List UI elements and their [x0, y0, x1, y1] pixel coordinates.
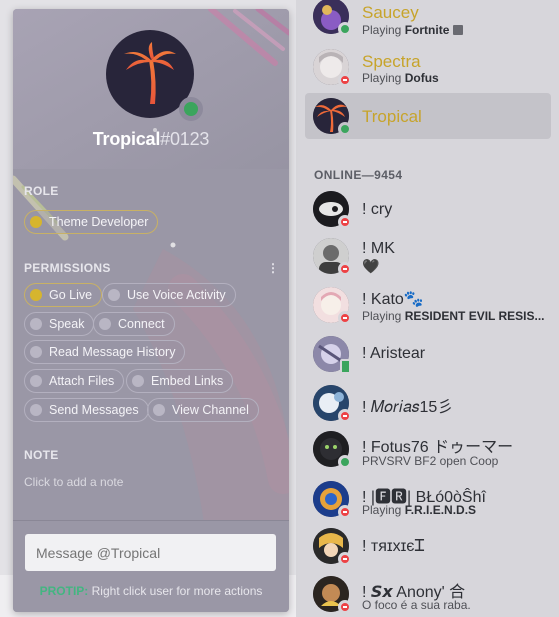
- member-activity: Playing Dofus: [362, 71, 439, 85]
- permission-pill-embed-links[interactable]: Embed Links: [126, 369, 234, 393]
- member-list: Saucey Playing Fortnite Spectra Playing …: [296, 0, 559, 617]
- permission-dot: [108, 289, 120, 301]
- member-name: ! ᴛяɪxɪєᏆ: [362, 538, 425, 555]
- member-name: ! Aristear: [362, 345, 426, 362]
- note-header: NOTE: [24, 448, 59, 462]
- permission-pill-go-live[interactable]: Go Live: [24, 283, 103, 307]
- protip: PROTIP: Right click user for more action…: [13, 584, 289, 598]
- role-label: Theme Developer: [49, 215, 149, 229]
- member-row-sx-anony[interactable]: ! 𝙎𝙭 Anony' 合 O foco é a sua raba.: [305, 572, 551, 617]
- permission-label: Read Message History: [49, 345, 176, 359]
- member-row-kato[interactable]: ! Kato🐾 Playing RESIDENT EVIL RESIS...: [305, 283, 551, 329]
- permission-label: Speak: [49, 317, 85, 331]
- permission-label: Embed Links: [151, 374, 224, 388]
- permission-pill-attach-files[interactable]: Attach Files: [24, 369, 125, 393]
- footer-divider: [13, 520, 289, 521]
- role-header: ROLE: [24, 184, 59, 198]
- profile-header: Tropical#0123: [13, 9, 289, 169]
- rich-presence-icon[interactable]: [453, 25, 464, 35]
- do-not-disturb-icon: [338, 73, 352, 87]
- permission-label: Use Voice Activity: [127, 288, 226, 302]
- more-options-icon[interactable]: ⋮: [267, 261, 279, 275]
- permission-dot: [132, 375, 144, 387]
- member-row-fotus76[interactable]: ! Fotus76 ドゥーマー PRVSRV BF2 open Coop: [305, 427, 551, 473]
- permission-dot: [30, 289, 42, 301]
- member-row-morias[interactable]: ! 𝑀𝑜𝑟𝑖𝑎𝑠15彡: [305, 381, 551, 427]
- profile-username[interactable]: Tropical#0123: [13, 129, 289, 150]
- member-name: ! Kato🐾: [362, 291, 424, 308]
- permission-dot: [30, 346, 42, 358]
- member-row-mk[interactable]: ! MK 🖤: [305, 234, 551, 280]
- permissions-header: PERMISSIONS: [24, 261, 111, 275]
- role-pill-theme-developer[interactable]: Theme Developer: [24, 210, 159, 234]
- member-name: ! MK: [362, 240, 395, 257]
- discriminator-text: #0123: [160, 129, 210, 149]
- permission-label: Go Live: [49, 288, 93, 302]
- permission-label: Connect: [118, 317, 165, 331]
- online-section-header: ONLINE—9454: [314, 168, 403, 182]
- member-row-trixie[interactable]: ! ᴛяɪxɪєᏆ: [305, 524, 551, 570]
- activity-name: Fortnite: [404, 23, 450, 37]
- activity-prefix: Playing: [362, 503, 402, 517]
- online-status-icon: [179, 97, 203, 121]
- member-row-aristear[interactable]: ! Aristear: [305, 332, 551, 378]
- do-not-disturb-icon: [338, 505, 352, 519]
- permission-label: View Channel: [172, 403, 249, 417]
- member-name: Spectra: [362, 52, 421, 71]
- member-name: Saucey: [362, 3, 419, 22]
- do-not-disturb-icon: [338, 600, 352, 614]
- note-field[interactable]: Click to add a note: [24, 475, 123, 489]
- do-not-disturb-icon: [338, 262, 352, 276]
- permission-label: Attach Files: [49, 374, 115, 388]
- role-color-dot: [30, 216, 42, 228]
- activity-name: Dofus: [404, 71, 439, 85]
- palm-tree-icon: [124, 42, 176, 104]
- member-name: ! cry: [362, 201, 393, 218]
- mobile-status-icon: [340, 359, 351, 374]
- permission-pill-send-messages[interactable]: Send Messages: [24, 398, 149, 422]
- message-input[interactable]: [25, 534, 276, 571]
- protip-text: Right click user for more actions: [91, 584, 263, 598]
- permission-dot: [153, 404, 165, 416]
- do-not-disturb-icon: [338, 552, 352, 566]
- member-activity: Playing F.R.I.E.N.D.S: [362, 503, 476, 517]
- permission-pill-read-message-history[interactable]: Read Message History: [24, 340, 186, 364]
- username-text: Tropical: [92, 129, 161, 149]
- member-name: ! 𝑀𝑜𝑟𝑖𝑎𝑠15彡: [362, 399, 454, 416]
- permission-pill-speak[interactable]: Speak: [24, 312, 95, 336]
- do-not-disturb-icon: [338, 215, 352, 229]
- member-row-saucey[interactable]: Saucey Playing Fortnite: [305, 0, 551, 40]
- member-activity: Playing Fortnite: [362, 23, 464, 37]
- activity-name: F.R.I.E.N.D.S: [404, 503, 477, 517]
- member-row-tropical[interactable]: Tropical: [305, 93, 551, 139]
- permission-label: Send Messages: [49, 403, 139, 417]
- custom-status: O foco é a sua raba.: [362, 598, 471, 612]
- user-profile-popout: Tropical#0123 ROLE Theme Developer PERMI…: [13, 9, 289, 612]
- custom-status: PRVSRV BF2 open Coop: [362, 454, 499, 468]
- permission-dot: [30, 375, 42, 387]
- protip-label: PROTIP:: [39, 584, 89, 598]
- member-name: Tropical: [362, 107, 422, 126]
- member-row-cry[interactable]: ! cry: [305, 187, 551, 233]
- member-activity: Playing RESIDENT EVIL RESIS...: [362, 309, 545, 323]
- activity-prefix: Playing: [362, 71, 402, 85]
- activity-prefix: Playing: [362, 23, 402, 37]
- online-status-icon: [338, 122, 352, 136]
- member-row-bloodshi[interactable]: ! |🅵🆁| BŁó0òŜhî Playing F.R.I.E.N.D.S: [305, 477, 551, 523]
- custom-status-emoji: 🖤: [362, 258, 380, 274]
- permission-pill-connect[interactable]: Connect: [93, 312, 175, 336]
- online-status-icon: [338, 22, 352, 36]
- do-not-disturb-icon: [338, 409, 352, 423]
- permission-dot: [99, 318, 111, 330]
- permission-pill-view-channel[interactable]: View Channel: [147, 398, 259, 422]
- member-row-spectra[interactable]: Spectra Playing Dofus: [305, 45, 551, 91]
- permission-dot: [30, 404, 42, 416]
- do-not-disturb-icon: [338, 311, 352, 325]
- permission-dot: [30, 318, 42, 330]
- activity-prefix: Playing: [362, 309, 402, 323]
- permission-pill-use-voice-activity[interactable]: Use Voice Activity: [102, 283, 236, 307]
- online-status-icon: [338, 455, 352, 469]
- activity-name: RESIDENT EVIL RESIS...: [404, 309, 545, 323]
